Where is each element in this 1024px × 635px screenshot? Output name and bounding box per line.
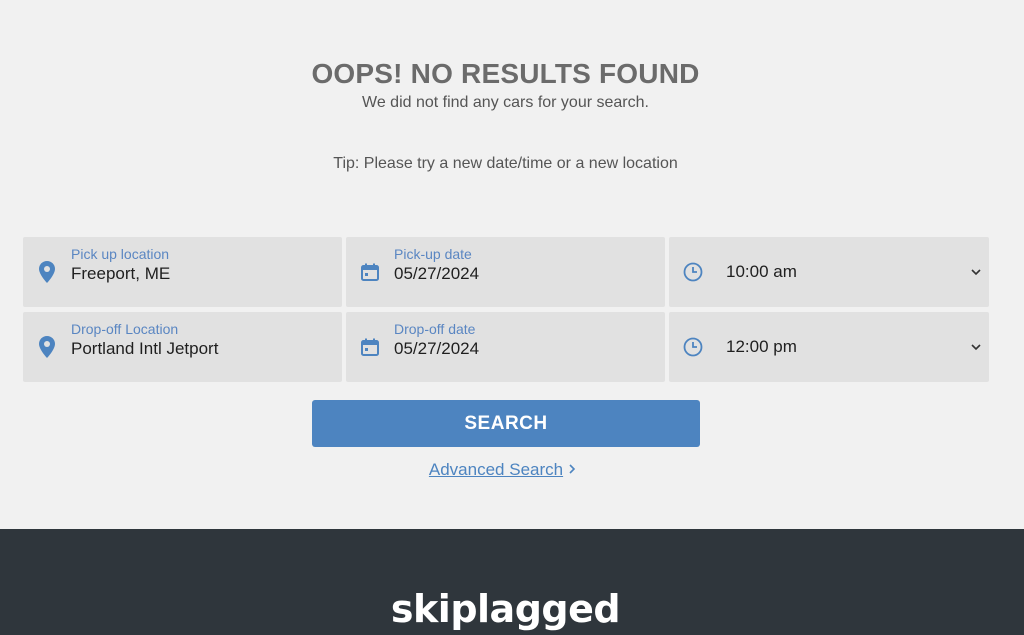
advanced-search-link[interactable]: Advanced Search <box>429 460 563 479</box>
map-pin-icon <box>37 261 57 283</box>
tip-text: Tip: Please try a new date/time or a new… <box>333 155 678 172</box>
dropoff-date-label: Drop-off date <box>394 321 476 337</box>
pickup-location-field[interactable]: Pick up location Freeport, ME <box>23 237 342 307</box>
dropoff-location-field[interactable]: Drop-off Location Portland Intl Jetport <box>23 312 342 382</box>
advanced-search-row: Advanced Search <box>0 460 1006 480</box>
pickup-date-value[interactable]: 05/27/2024 <box>394 264 479 284</box>
pickup-date-field[interactable]: Pick-up date 05/27/2024 <box>346 237 665 307</box>
clock-icon <box>683 337 703 357</box>
chevron-down-icon[interactable] <box>969 340 983 354</box>
dropoff-time-select[interactable]: 12:00 pm <box>669 312 989 382</box>
dropoff-time-value[interactable]: 12:00 pm <box>726 337 797 357</box>
pickup-location-label: Pick up location <box>71 246 170 262</box>
calendar-icon <box>360 337 380 357</box>
pickup-time-value[interactable]: 10:00 am <box>726 262 797 282</box>
map-pin-icon <box>37 336 57 358</box>
skiplagged-logo[interactable]: skiplagged <box>0 587 1011 631</box>
pickup-location-value[interactable]: Freeport, ME <box>71 264 170 284</box>
chevron-right-icon[interactable] <box>567 462 577 478</box>
chevron-down-icon[interactable] <box>969 265 983 279</box>
dropoff-location-label: Drop-off Location <box>71 321 179 337</box>
clock-icon <box>683 262 703 282</box>
dropoff-date-field[interactable]: Drop-off date 05/27/2024 <box>346 312 665 382</box>
page-title: OOPS! NO RESULTS FOUND <box>311 58 700 89</box>
no-results-page: OOPS! NO RESULTS FOUND We did not find a… <box>0 0 1024 635</box>
page-subtitle: We did not find any cars for your search… <box>362 94 649 111</box>
calendar-icon <box>360 262 380 282</box>
dropoff-location-value[interactable]: Portland Intl Jetport <box>71 339 218 359</box>
footer: skiplagged <box>0 529 1024 635</box>
search-button[interactable]: SEARCH <box>312 400 700 447</box>
pickup-date-label: Pick-up date <box>394 246 472 262</box>
pickup-time-select[interactable]: 10:00 am <box>669 237 989 307</box>
dropoff-date-value[interactable]: 05/27/2024 <box>394 339 479 359</box>
